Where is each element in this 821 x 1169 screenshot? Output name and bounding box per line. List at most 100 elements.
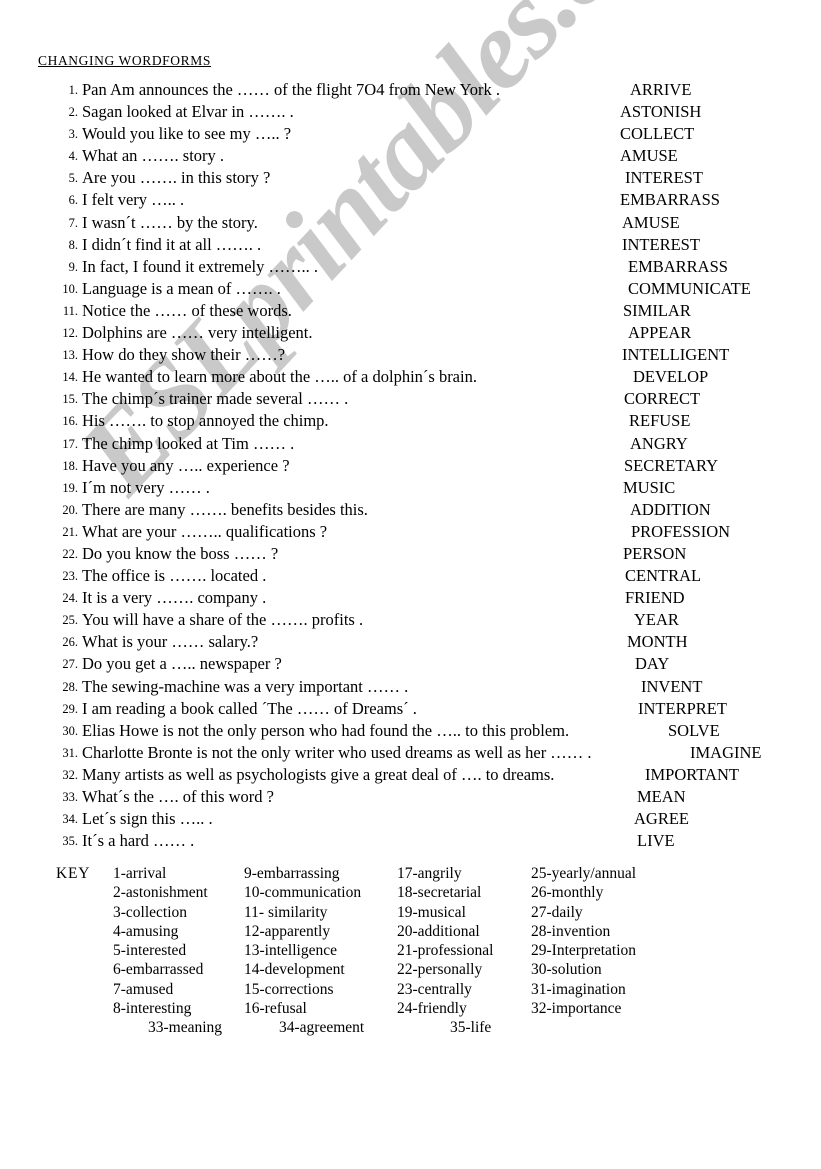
question-cue-word: AMUSE: [622, 212, 680, 232]
question-row: 24. It is a very ……. company . FRIEND: [0, 587, 821, 609]
answer-key-item: 32-importance: [531, 1000, 622, 1018]
question-cue-word: SIMILAR: [623, 300, 691, 320]
question-cue-word: ASTONISH: [620, 102, 702, 122]
question-text: What is your …… salary.?: [82, 632, 259, 652]
question-row: 5. Are you ……. in this story ? INTEREST: [0, 167, 821, 189]
answer-key-column-4: 25-yearly/annual 26-monthly 27-daily 28-inv…: [531, 864, 636, 1018]
answer-key-item: 35-life: [450, 1019, 492, 1036]
question-number: 15.: [62, 392, 78, 407]
question-number: 2.: [68, 105, 78, 120]
question-row: 29. I am reading a book called ´The …… of…: [0, 698, 821, 720]
question-text: Elias Howe is not the only person who ha…: [82, 720, 570, 740]
question-number: 19.: [62, 480, 78, 495]
question-row: 22. Do you know the boss …… ? PERSON: [0, 543, 821, 565]
answer-key-column-2: 9-embarrassing 10-communication 11- simila…: [244, 864, 361, 1018]
answer-key-last-row: 33-meaning 34-agreement 35-life: [0, 1018, 821, 1037]
question-text: Sagan looked at Elvar in ……. .: [82, 102, 294, 122]
question-number: 32.: [62, 767, 78, 782]
question-row: 17. The chimp looked at Tim …… . ANGRY: [0, 433, 821, 455]
worksheet-page: CHANGING WORDFORMS 1. Pan Am announces th…: [0, 0, 821, 1169]
question-row: 16. His ……. to stop annoyed the chimp. REF…: [0, 410, 821, 432]
question-cue-word: EMBARRASS: [620, 190, 720, 210]
answer-key-column-3: 17-angrily 18-secretarial 19-musical 20-add…: [397, 864, 493, 1018]
answer-key-item: 22-personally: [397, 961, 483, 979]
answer-key-item: 31-imagination: [531, 980, 626, 998]
question-cue-word: INTELLIGENT: [622, 345, 730, 365]
answer-key-item: 26-monthly: [531, 884, 604, 902]
question-number: 21.: [62, 524, 78, 539]
question-text: In fact, I found it extremely …….. .: [82, 256, 318, 276]
question-number: 28.: [62, 679, 78, 694]
question-cue-word: EMBARRASS: [628, 256, 728, 276]
question-text: Let´s sign this ….. .: [82, 809, 213, 829]
answer-key-item: 2-astonishment: [113, 884, 208, 902]
question-text: I felt very ….. .: [82, 190, 185, 210]
question-row: 28. The sewing-machine was a very importa…: [0, 676, 821, 698]
question-text: Are you ……. in this story ?: [82, 168, 271, 188]
question-cue-word: INVENT: [641, 676, 703, 696]
question-text: There are many ……. benefits besides this…: [82, 499, 368, 519]
question-number: 29.: [62, 701, 78, 716]
question-text: The office is ……. located .: [82, 566, 267, 586]
question-cue-word: PERSON: [623, 543, 687, 563]
question-cue-word: INTEREST: [625, 168, 703, 188]
question-text: Do you get a ….. newspaper ?: [82, 654, 282, 674]
answer-key-item: 33-meaning: [148, 1019, 223, 1036]
answer-key-item: 20-additional: [397, 922, 480, 940]
question-number: 25.: [62, 613, 78, 628]
question-text: What an ……. story .: [82, 146, 225, 166]
question-number: 33.: [62, 790, 78, 804]
question-text: What´s the …. of this word ?: [82, 787, 274, 806]
question-row: 8. I didn´t find it at all ……. . INTEREST: [0, 234, 821, 256]
question-text: The chimp´s trainer made several …… .: [82, 389, 349, 409]
question-cue-word: FRIEND: [625, 588, 685, 608]
question-cue-word: PROFESSION: [631, 521, 731, 541]
question-text: Notice the …… of these words.: [82, 300, 292, 320]
question-number: 26.: [62, 635, 78, 650]
question-row: 25. You will have a share of the ……. prof…: [0, 609, 821, 631]
question-row: 14. He wanted to learn more about the …..…: [0, 366, 821, 388]
question-row: 9. In fact, I found it extremely …….. . EM…: [0, 256, 821, 278]
question-cue-word: IMAGINE: [690, 742, 762, 762]
answer-key-item: 6-embarrassed: [113, 961, 204, 979]
question-cue-word: CORRECT: [624, 389, 701, 409]
answer-key-item: 30-solution: [531, 961, 602, 979]
question-row: 2. Sagan looked at Elvar in ……. . ASTONISH: [0, 101, 821, 123]
question-cue-word: COMMUNICATE: [628, 278, 751, 298]
question-row: 30. Elias Howe is not the only person who…: [0, 720, 821, 742]
question-text: His ……. to stop annoyed the chimp.: [82, 411, 329, 431]
question-text: The chimp looked at Tim …… .: [82, 433, 295, 453]
question-row: 34. Let´s sign this ….. . AGREE: [0, 808, 821, 830]
answer-key-item: 34-agreement: [279, 1019, 365, 1036]
question-row: 3. Would you like to see my ….. ? COLLECT: [0, 123, 821, 145]
question-text: I didn´t find it at all ……. .: [82, 234, 262, 254]
question-number: 18.: [62, 458, 78, 473]
question-row: 1. Pan Am announces the …… of the flight …: [0, 79, 821, 101]
question-number: 34.: [62, 812, 78, 827]
question-text: I wasn´t …… by the story.: [82, 212, 258, 232]
question-cue-word: MEAN: [637, 787, 686, 806]
question-number: 22.: [62, 546, 78, 561]
page-title: CHANGING WORDFORMS: [38, 53, 211, 68]
answer-key-item: 29-Interpretation: [531, 942, 637, 960]
answer-key-item: 27-daily: [531, 903, 583, 921]
answer-key-item: 12-apparently: [244, 922, 331, 940]
question-row: 19. I´m not very …… . MUSIC: [0, 477, 821, 499]
question-row: 13. How do they show their ……? INTELLIGENT: [0, 344, 821, 366]
question-number: 30.: [62, 723, 78, 738]
question-cue-word: REFUSE: [629, 411, 691, 431]
answer-key-item: 25-yearly/annual: [531, 865, 637, 882]
question-number: 7.: [68, 215, 78, 230]
question-number: 31.: [62, 745, 78, 760]
answer-key-item: 3-collection: [113, 903, 188, 921]
question-cue-word: INTERPRET: [638, 698, 727, 718]
question-number: 10.: [62, 281, 78, 296]
question-text: Language is a mean of ……. .: [82, 278, 281, 298]
question-text: He wanted to learn more about the ….. of…: [82, 367, 477, 387]
question-cue-word: DEVELOP: [633, 367, 709, 387]
question-cue-word: MONTH: [627, 632, 688, 652]
question-text: What are your …….. qualifications ?: [82, 521, 328, 541]
question-number: 14.: [62, 370, 78, 385]
question-row: 35. It´s a hard …… . LIVE: [0, 830, 821, 852]
answer-key-item: 5-interested: [113, 942, 187, 960]
